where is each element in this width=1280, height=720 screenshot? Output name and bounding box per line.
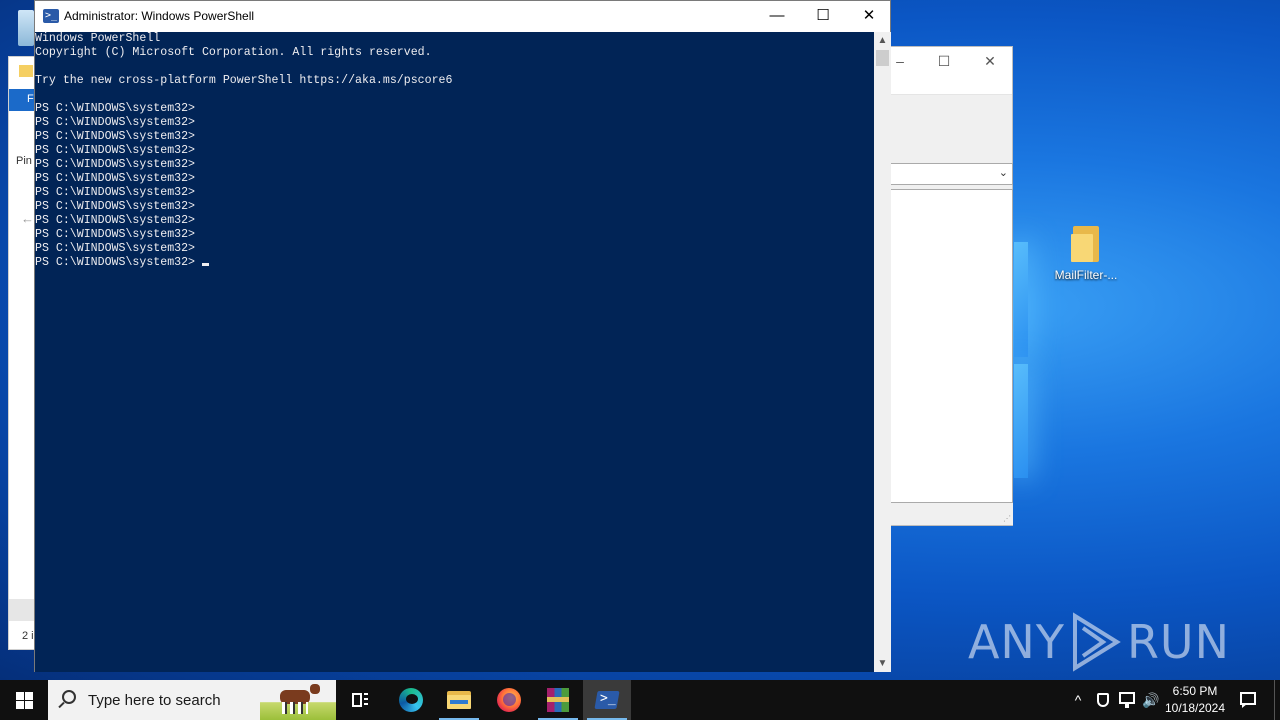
- active-prompt-line[interactable]: PS C:\WINDOWS\system32>: [35, 256, 874, 270]
- console-line: PS C:\WINDOWS\system32>: [35, 228, 196, 241]
- action-center-button[interactable]: [1234, 680, 1262, 720]
- watermark-text-right: RUN: [1126, 615, 1230, 669]
- resize-grip-icon[interactable]: ⋰: [1003, 514, 1011, 523]
- chevron-up-icon: ^: [1074, 692, 1082, 708]
- taskbar-firefox[interactable]: [485, 680, 533, 720]
- powershell-titlebar[interactable]: >_ Administrator: Windows PowerShell — ☐…: [35, 1, 890, 32]
- scroll-down-arrow-icon[interactable]: ▼: [874, 655, 891, 672]
- close-button[interactable]: ✕: [846, 1, 892, 32]
- taskbar: Type here to search >_ ^ 🔊 6:50 PM 10/18…: [0, 680, 1280, 720]
- recycle-bin-icon[interactable]: [18, 10, 34, 46]
- dialog-dropdown[interactable]: ⌄: [891, 163, 1013, 185]
- console-line: PS C:\WINDOWS\system32>: [35, 102, 196, 115]
- clock-time: 6:50 PM: [1172, 684, 1218, 698]
- taskbar-file-explorer[interactable]: [435, 680, 483, 720]
- taskbar-search-box[interactable]: Type here to search: [48, 680, 336, 720]
- console-line: Windows PowerShell: [35, 32, 161, 45]
- show-hidden-icons-chevron-icon[interactable]: ^: [1068, 680, 1088, 720]
- console-line: PS C:\WINDOWS\system32>: [35, 130, 196, 143]
- console-line: PS C:\WINDOWS\system32>: [35, 158, 196, 171]
- anyrun-watermark: ANY RUN: [968, 612, 1230, 672]
- console-line: PS C:\WINDOWS\system32>: [35, 200, 196, 213]
- item-count-label: 2 i: [22, 630, 34, 642]
- window-title: Administrator: Windows PowerShell: [64, 9, 255, 23]
- console-line: Copyright (C) Microsoft Corporation. All…: [35, 46, 432, 59]
- search-highlight-image[interactable]: [260, 680, 336, 720]
- console-line: PS C:\WINDOWS\system32>: [35, 116, 196, 129]
- watermark-text-left: ANY: [967, 615, 1065, 669]
- console-line: PS C:\WINDOWS\system32>: [35, 214, 196, 227]
- console-scrollbar[interactable]: ▲ ▼: [874, 32, 891, 672]
- taskbar-powershell[interactable]: >_: [583, 680, 631, 720]
- maximize-icon[interactable]: ☐: [929, 53, 959, 70]
- console-line: PS C:\WINDOWS\system32>: [35, 144, 196, 157]
- back-arrow-icon[interactable]: ←: [21, 211, 34, 226]
- wallpaper-logo-pane: [1014, 242, 1028, 357]
- shield-icon: [1097, 693, 1109, 707]
- ribbon-file-tab-label: F: [27, 93, 34, 105]
- tray-clock[interactable]: 6:50 PM 10/18/2024: [1162, 680, 1228, 720]
- text-cursor: [202, 263, 210, 266]
- powershell-window[interactable]: >_ Administrator: Windows PowerShell — ☐…: [34, 0, 891, 672]
- scrollbar-thumb[interactable]: [876, 50, 889, 66]
- security-tray-icon[interactable]: [1092, 680, 1114, 720]
- quick-access-pin-label[interactable]: Pin: [16, 155, 32, 167]
- folder-icon: [19, 65, 33, 77]
- console-line: PS C:\WINDOWS\system32>: [35, 172, 196, 185]
- show-desktop-button[interactable]: [1274, 680, 1280, 720]
- close-icon[interactable]: ✕: [975, 53, 1005, 70]
- active-prompt: PS C:\WINDOWS\system32>: [35, 256, 196, 269]
- dialog-list[interactable]: [891, 189, 1013, 503]
- dialog-titlebar[interactable]: – ☐ ✕: [891, 47, 1012, 95]
- wallpaper-logo-pane: [1014, 364, 1028, 478]
- console-line: Try the new cross-platform PowerShell ht…: [35, 74, 453, 87]
- speaker-icon: 🔊: [1142, 692, 1160, 708]
- dialog-status-bar: ⋰: [891, 503, 1013, 525]
- desktop-icon-mailfilter[interactable]: MailFilter-...: [1046, 226, 1126, 282]
- console-line: PS C:\WINDOWS\system32>: [35, 186, 196, 199]
- folder-icon: [1071, 226, 1101, 262]
- volume-tray-icon[interactable]: 🔊: [1140, 680, 1162, 720]
- powershell-icon: >_: [43, 9, 59, 23]
- task-view-button[interactable]: [336, 680, 384, 720]
- console-line: PS C:\WINDOWS\system32>: [35, 242, 196, 255]
- play-icon: [1072, 612, 1121, 672]
- console-output[interactable]: Windows PowerShell Copyright (C) Microsof…: [35, 32, 874, 672]
- maximize-button[interactable]: ☐: [800, 1, 846, 32]
- search-placeholder: Type here to search: [88, 692, 221, 709]
- scroll-up-arrow-icon[interactable]: ▲: [874, 32, 891, 49]
- background-dialog-window[interactable]: – ☐ ✕ ⌄ ⋰: [890, 46, 1013, 526]
- minimize-button[interactable]: —: [754, 1, 800, 32]
- taskbar-edge[interactable]: [387, 680, 435, 720]
- chevron-down-icon: ⌄: [998, 167, 1008, 179]
- taskbar-winrar[interactable]: [534, 680, 582, 720]
- desktop-icon-label: MailFilter-...: [1054, 268, 1118, 282]
- desktop: MailFilter-... ANY RUN F Pin ← 2 i – ☐ ✕…: [0, 0, 1280, 680]
- clock-date: 10/18/2024: [1164, 701, 1226, 715]
- network-tray-icon[interactable]: [1116, 680, 1138, 720]
- start-button[interactable]: [0, 680, 48, 720]
